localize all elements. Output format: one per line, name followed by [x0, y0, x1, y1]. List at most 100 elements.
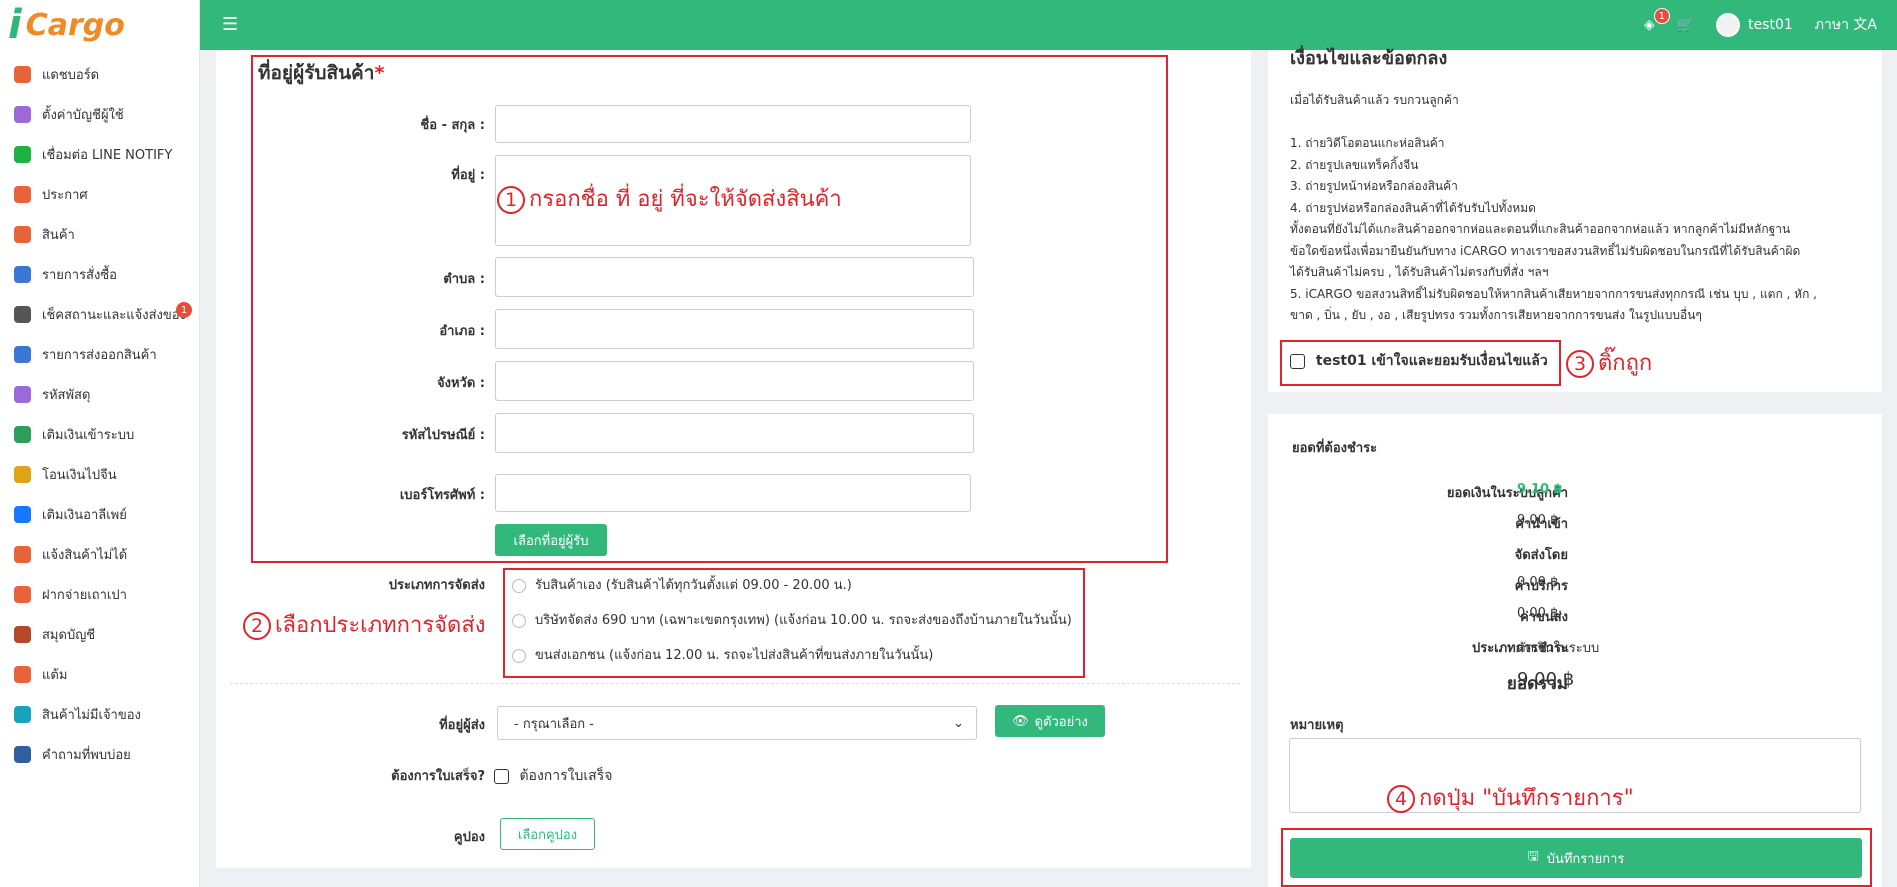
step-number: 2 [243, 612, 271, 640]
terms-line: ได้รับสินค้าไม่ครบ , ได้รับสินค้าไม่ตรงก… [1290, 265, 1549, 279]
sidebar-item[interactable]: แต้ม [0, 654, 199, 694]
annotation-step4: 4 กดปุ่ม "บันทึกรายการ" [1387, 780, 1634, 815]
sender-select[interactable]: - กรุณาเลือก - ⌄ [497, 706, 977, 740]
annotation-box-save [1281, 828, 1872, 887]
terms-line: ขาด , บิ่น , ยับ , งอ , เสียรูปทรง รวมทั… [1290, 308, 1702, 322]
payment-row-value: - [1517, 544, 1522, 559]
sidebar-item-icon [14, 145, 31, 163]
receipt-checkbox-group[interactable]: ต้องการใบเสร็จ [494, 765, 612, 787]
sidebar-item-label: รหัสพัสดุ [42, 387, 91, 403]
receipt-checkbox-label: ต้องการใบเสร็จ [519, 768, 613, 784]
annotation-step1: 1 กรอกชื่อ ที่ อยู่ ที่จะให้จัดส่งสินค้า [497, 181, 842, 216]
logo-text: Cargo [25, 7, 125, 43]
sidebar-item[interactable]: เชื่อมต่อ LINE NOTIFY [0, 134, 199, 174]
menu-toggle-icon[interactable]: ☰ [222, 14, 238, 35]
sidebar-item-label: รายการส่งออกสินค้า [42, 347, 157, 363]
translate-icon: 文A [1853, 17, 1877, 33]
sidebar: i Cargo แดชบอร์ดตั้งค่าบัญชีผู้ใช้เชื่อม… [0, 0, 200, 887]
sidebar-item[interactable]: เติมเงินอาลีเพย์ [0, 494, 199, 534]
sidebar-item[interactable]: ฝากจ่ายเถาเปา [0, 574, 199, 614]
username: test01 [1748, 17, 1793, 33]
layers-icon[interactable]: ◈ 1 [1644, 8, 1670, 33]
sidebar-item-label: แดชบอร์ด [42, 67, 100, 83]
sidebar-item-icon [14, 465, 31, 483]
logo[interactable]: i Cargo [0, 0, 199, 50]
payment-row-value: ตัดเงินในระบบ [1517, 641, 1600, 656]
payment-row-label: จัดส่งโดย [1514, 548, 1568, 563]
total-value: 9.00 ฿ [1517, 669, 1575, 690]
sidebar-item-label: ฝากจ่ายเถาเปา [42, 587, 127, 603]
receipt-label: ต้องการใบเสร็จ? [391, 769, 485, 784]
preview-button[interactable]: 👁 ดูตัวอย่าง [995, 705, 1105, 737]
step-number: 3 [1566, 350, 1594, 378]
annotation-box-address [251, 55, 1168, 563]
select-coupon-button[interactable]: เลือกคูปอง [500, 818, 595, 850]
sidebar-item[interactable]: แจ้งสินค้าไม่ได้ [0, 534, 199, 574]
note-label: หมายเหตุ [1290, 718, 1344, 733]
sidebar-item-label: แต้ม [42, 667, 68, 683]
sidebar-item-label: รายการสั่งซื้อ [42, 267, 117, 283]
avatar [1716, 13, 1741, 37]
language-label: ภาษา [1814, 17, 1849, 33]
sidebar-item-icon [14, 705, 31, 723]
sidebar-item[interactable]: สินค้าไม่มีเจ้าของ [0, 694, 199, 734]
coupon-label: คูปอง [453, 830, 485, 845]
sidebar-item-icon [14, 305, 31, 323]
terms-body: 1. ถ่ายวิดีโอตอนแกะห่อสินค้า 2. ถ่ายรูปเล… [1290, 133, 1880, 327]
topbar: ☰ ◈ 1 🛒 test01 ภาษา 文A [200, 0, 1897, 50]
terms-line: 2. ถ่ายรูปเลขแทร็คกิ้งจีน [1290, 157, 1419, 172]
sidebar-item[interactable]: สมุดบัญชี [0, 614, 199, 654]
logo-mark: i [8, 2, 22, 48]
divider [230, 683, 1240, 684]
sidebar-item-icon [14, 185, 31, 203]
sidebar-item-icon [14, 225, 31, 243]
sidebar-item[interactable]: คำถามที่พบบ่อย [0, 734, 199, 774]
payment-row-value: 0.00 ฿ [1517, 606, 1559, 621]
preview-button-label: ดูตัวอย่าง [1034, 714, 1088, 730]
sender-select-value: - กรุณาเลือก - [514, 716, 594, 732]
sidebar-item-label: เช็คสถานะและแจ้งส่งของ [42, 307, 186, 323]
annotation-text: เลือกประเภทการจัดส่ง [275, 613, 486, 638]
annotation-text: กดปุ่ม "บันทึกรายการ" [1419, 786, 1634, 811]
sidebar-item[interactable]: รหัสพัสดุ [0, 374, 199, 414]
sidebar-item-label: คำถามที่พบบ่อย [42, 747, 131, 763]
payment-title: ยอดที่ต้องชำระ [1292, 441, 1378, 456]
annotation-text: กรอกชื่อ ที่ อยู่ ที่จะให้จัดส่งสินค้า [529, 187, 842, 212]
sidebar-item[interactable]: รายการสั่งซื้อ [0, 254, 199, 294]
sidebar-item-label: โอนเงินไปจีน [42, 467, 117, 483]
sidebar-item-icon [14, 345, 31, 363]
annotation-box-accept [1280, 340, 1561, 386]
receipt-checkbox[interactable] [494, 768, 509, 784]
sidebar-item-label: สินค้า [42, 227, 75, 243]
language-menu[interactable]: ภาษา 文A [1815, 14, 1877, 36]
sidebar-item[interactable]: แดชบอร์ด [0, 54, 199, 94]
sidebar-item[interactable]: โอนเงินไปจีน [0, 454, 199, 494]
user-menu[interactable]: test01 [1716, 13, 1793, 37]
sidebar-item-icon [14, 585, 31, 603]
eye-icon: 👁 [1012, 713, 1029, 729]
sidebar-item[interactable]: เติมเงินเข้าระบบ [0, 414, 199, 454]
cart-icon[interactable]: 🛒 [1677, 17, 1694, 33]
step-number: 1 [497, 186, 525, 214]
notification-badge: 1 [1653, 8, 1670, 24]
payment-row-value: 9.00 ฿ [1517, 513, 1559, 528]
terms-intro: เมื่อได้รับสินค้าแล้ว รบกวนลูกค้า [1290, 93, 1459, 107]
sidebar-item-label: ประกาศ [42, 187, 88, 203]
sidebar-item[interactable]: ตั้งค่าบัญชีผู้ใช้ [0, 94, 199, 134]
sender-label: ที่อยู่ผู้ส่ง [439, 718, 485, 733]
sidebar-item-icon [14, 745, 31, 763]
sidebar-item-icon [14, 505, 31, 523]
sidebar-item-icon [14, 385, 31, 403]
sidebar-item[interactable]: เช็คสถานะและแจ้งส่งของ 1 [0, 294, 199, 334]
sidebar-item-label: เติมเงินอาลีเพย์ [42, 507, 127, 523]
terms-line: 3. ถ่ายรูปหน้าห่อหรือกล่องสินค้า [1290, 179, 1458, 193]
sidebar-item[interactable]: สินค้า [0, 214, 199, 254]
sidebar-item-icon [14, 625, 31, 643]
sidebar-item-label: เชื่อมต่อ LINE NOTIFY [42, 147, 173, 163]
sidebar-item[interactable]: รายการส่งออกสินค้า [0, 334, 199, 374]
terms-title: เงื่อนไขและข้อตกลง [1290, 48, 1448, 69]
annotation-box-shipping [503, 568, 1085, 678]
sidebar-item[interactable]: ประกาศ [0, 174, 199, 214]
terms-line: ข้อใดข้อหนึ่งเพื่อมายืนยันกับทาง iCARGO … [1290, 243, 1801, 258]
sidebar-item-label: สินค้าไม่มีเจ้าของ [42, 707, 141, 723]
